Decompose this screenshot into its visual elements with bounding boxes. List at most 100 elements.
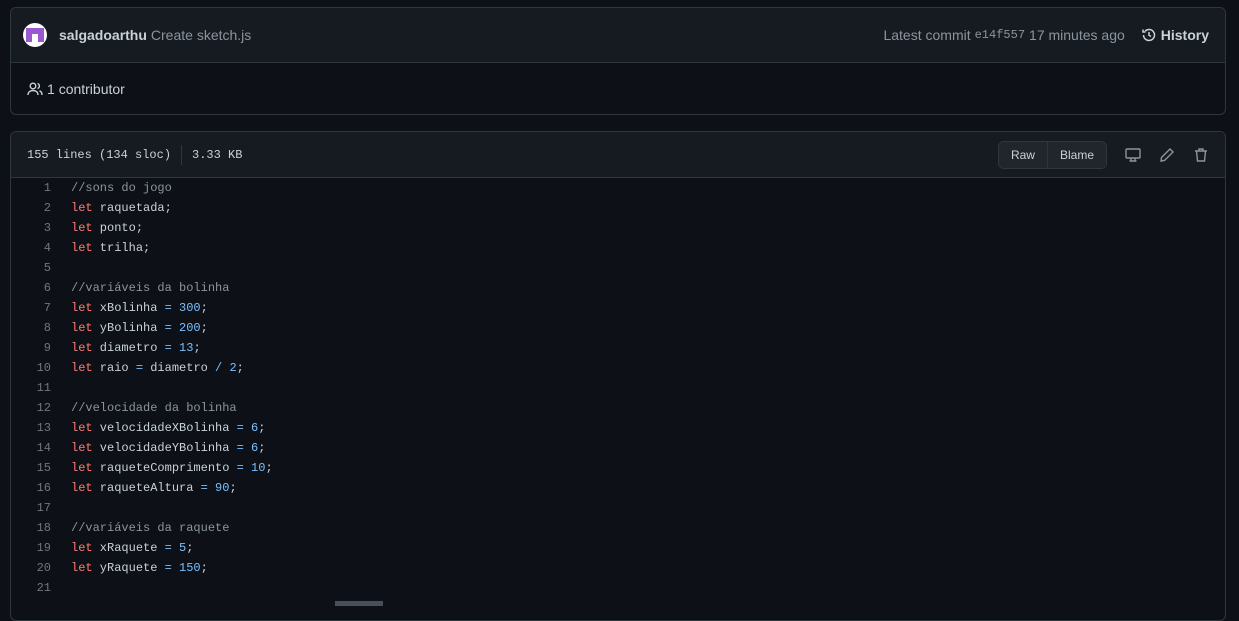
history-icon [1142, 28, 1156, 42]
code-line: 13 let velocidadeXBolinha = 6; [11, 418, 1225, 438]
code-token: = [164, 301, 172, 315]
code-token: raio [92, 361, 136, 375]
line-number[interactable]: 10 [11, 361, 51, 375]
code-token: ; [229, 481, 237, 495]
code-token: let [71, 341, 93, 355]
code-token: let [71, 441, 93, 455]
line-number[interactable]: 16 [11, 481, 51, 495]
pencil-icon[interactable] [1159, 147, 1175, 163]
line-number[interactable]: 11 [11, 381, 51, 395]
desktop-icon[interactable] [1125, 147, 1141, 163]
line-number[interactable]: 5 [11, 261, 51, 275]
line-code: let yBolinha = 200; [51, 321, 208, 335]
line-code: let raquetada; [51, 201, 172, 215]
line-number[interactable]: 9 [11, 341, 51, 355]
line-number[interactable]: 15 [11, 461, 51, 475]
line-number[interactable]: 13 [11, 421, 51, 435]
code-token: velocidadeYBolinha [92, 441, 237, 455]
code-token: 90 [215, 481, 230, 495]
code-line: 8 let yBolinha = 200; [11, 318, 1225, 338]
line-number[interactable]: 4 [11, 241, 51, 255]
code-token: yBolinha [92, 321, 165, 335]
code-token: diametro [143, 361, 216, 375]
line-number[interactable]: 3 [11, 221, 51, 235]
code-token: let [71, 461, 93, 475]
code-line: 2 let raquetada; [11, 198, 1225, 218]
contributors-row[interactable]: 1 contributor [11, 63, 1225, 115]
line-code: let yRaquete = 150; [51, 561, 208, 575]
line-number[interactable]: 17 [11, 501, 51, 515]
raw-button[interactable]: Raw [998, 141, 1047, 168]
divider [181, 144, 183, 165]
latest-commit-label: Latest commit [883, 27, 971, 43]
line-number[interactable]: 20 [11, 561, 51, 575]
avatar[interactable] [23, 23, 47, 47]
line-number[interactable]: 21 [11, 581, 51, 595]
code-token: ponto; [92, 221, 144, 235]
code-line: 1 //sons do jogo [11, 178, 1225, 198]
code-line: 3 let ponto; [11, 218, 1225, 238]
line-code: let diametro = 13; [51, 341, 201, 355]
code-token: 200 [179, 321, 201, 335]
code-view: 1//sons do jogo 2 let raquetada; 3 let ponto… [11, 178, 1225, 598]
commit-message[interactable]: Create sketch.js [151, 27, 251, 43]
code-token: ; [200, 301, 208, 315]
horizontal-scrollbar[interactable] [335, 601, 383, 606]
code-token: raqueteComprimento [92, 461, 237, 475]
code-token: ; [258, 441, 266, 455]
code-line: 12 //velocidade da bolinha [11, 398, 1225, 418]
file-viewer: 155 lines (134 sloc) 3.33 KB Raw Blame 1… [10, 131, 1226, 621]
code-token: ; [236, 361, 244, 375]
code-token: ; [200, 321, 208, 335]
line-number[interactable]: 2 [11, 201, 51, 215]
latest-commit-bar: salgadoarthu Create sketch.js Latest com… [11, 8, 1225, 63]
trash-icon[interactable] [1193, 147, 1209, 163]
contributor-count: 1 [47, 81, 55, 97]
line-code: let velocidadeXBolinha = 6; [51, 421, 265, 435]
commit-author[interactable]: salgadoarthu [59, 27, 147, 43]
file-size: 3.33 KB [192, 147, 243, 162]
code-token: let [71, 221, 93, 235]
code-token: 10 [251, 461, 266, 475]
line-number[interactable]: 18 [11, 521, 51, 535]
blame-button[interactable]: Blame [1046, 141, 1106, 168]
line-code: //velocidade da bolinha [51, 401, 237, 415]
code-token: let [71, 301, 93, 315]
line-number[interactable]: 7 [11, 301, 51, 315]
code-token: ; [193, 341, 201, 355]
code-token: = [236, 421, 244, 435]
code-line: 14 let velocidadeYBolinha = 6; [11, 438, 1225, 458]
commit-time: 17 minutes ago [1029, 27, 1125, 43]
line-number[interactable]: 1 [11, 181, 51, 195]
line-number[interactable]: 6 [11, 281, 51, 295]
line-count: 155 lines (134 sloc) [27, 147, 172, 162]
code-token: = [135, 361, 144, 375]
code-token: //velocidade da bolinha [71, 401, 237, 415]
code-line: 4 let trilha; [11, 238, 1225, 258]
code-token: = [164, 341, 172, 355]
code-line: 6 //variáveis da bolinha [11, 278, 1225, 298]
line-number[interactable]: 14 [11, 441, 51, 455]
line-code: let velocidadeYBolinha = 6; [51, 441, 265, 455]
line-number[interactable]: 12 [11, 401, 51, 415]
code-token: velocidadeXBolinha [92, 421, 237, 435]
line-code: let trilha; [51, 241, 150, 255]
commit-sha[interactable]: e14f557 [975, 28, 1025, 42]
code-line: 16 let raqueteAltura = 90; [11, 478, 1225, 498]
line-number[interactable]: 8 [11, 321, 51, 335]
code-token: ; [186, 541, 194, 555]
code-line: 10 let raio = diametro / 2; [11, 358, 1225, 378]
people-icon [27, 82, 43, 96]
history-link[interactable]: History [1141, 27, 1209, 43]
code-token: xBolinha [92, 301, 165, 315]
line-number[interactable]: 19 [11, 541, 51, 555]
code-line: 11 [11, 378, 1225, 398]
code-token: //variáveis da bolinha [71, 281, 230, 295]
